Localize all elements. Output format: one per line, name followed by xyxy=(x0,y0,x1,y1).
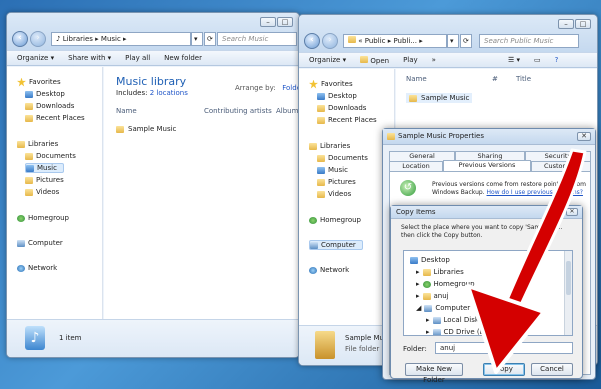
arrow-head xyxy=(466,284,546,374)
arrow-shaft xyxy=(500,148,587,320)
annotation-arrow xyxy=(466,148,587,374)
